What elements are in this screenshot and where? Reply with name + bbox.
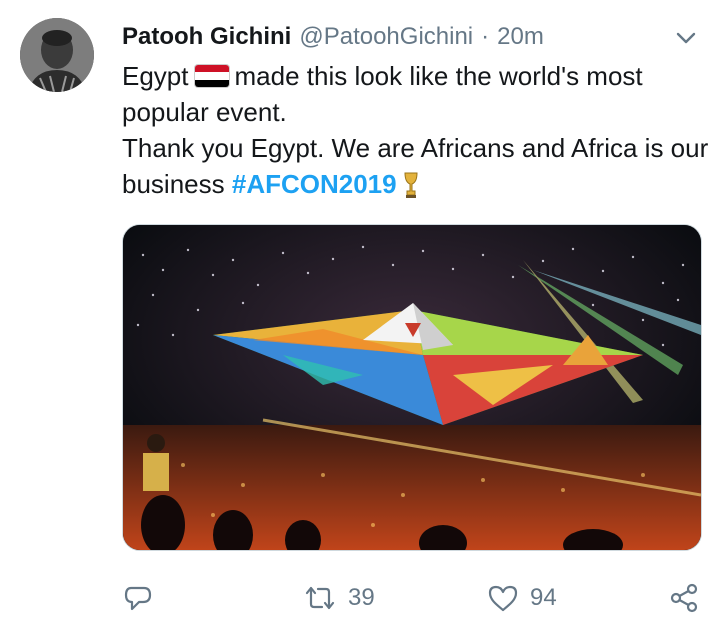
timestamp[interactable]: 20m	[497, 23, 544, 51]
tweet-actions: 39 94	[122, 578, 700, 618]
like-button[interactable]: 94	[486, 578, 557, 618]
share-icon	[668, 582, 700, 614]
retweet-count: 39	[348, 584, 375, 611]
tweet-text: Egypt made this look like the world's mos…	[122, 58, 712, 208]
avatar[interactable]	[20, 18, 94, 92]
author-handle[interactable]: @PatoohGichini	[299, 23, 473, 51]
tweet-media-image[interactable]	[122, 224, 702, 551]
tweet-text-part1: Egypt	[122, 61, 189, 91]
tweet-header: Patooh Gichini @PatoohGichini · 20m	[122, 20, 700, 54]
reply-button[interactable]	[122, 578, 154, 618]
egypt-flag-icon	[194, 65, 229, 87]
heart-icon	[486, 582, 520, 614]
author-name[interactable]: Patooh Gichini	[122, 23, 291, 51]
hashtag-link[interactable]: #AFCON2019	[232, 169, 397, 199]
share-button[interactable]	[668, 578, 700, 618]
like-count: 94	[530, 584, 557, 611]
retweet-icon	[302, 582, 338, 614]
chevron-down-icon[interactable]	[672, 24, 700, 52]
reply-icon	[122, 582, 154, 614]
retweet-button[interactable]: 39	[302, 578, 375, 618]
trophy-icon	[403, 171, 419, 208]
separator: ·	[481, 23, 490, 50]
